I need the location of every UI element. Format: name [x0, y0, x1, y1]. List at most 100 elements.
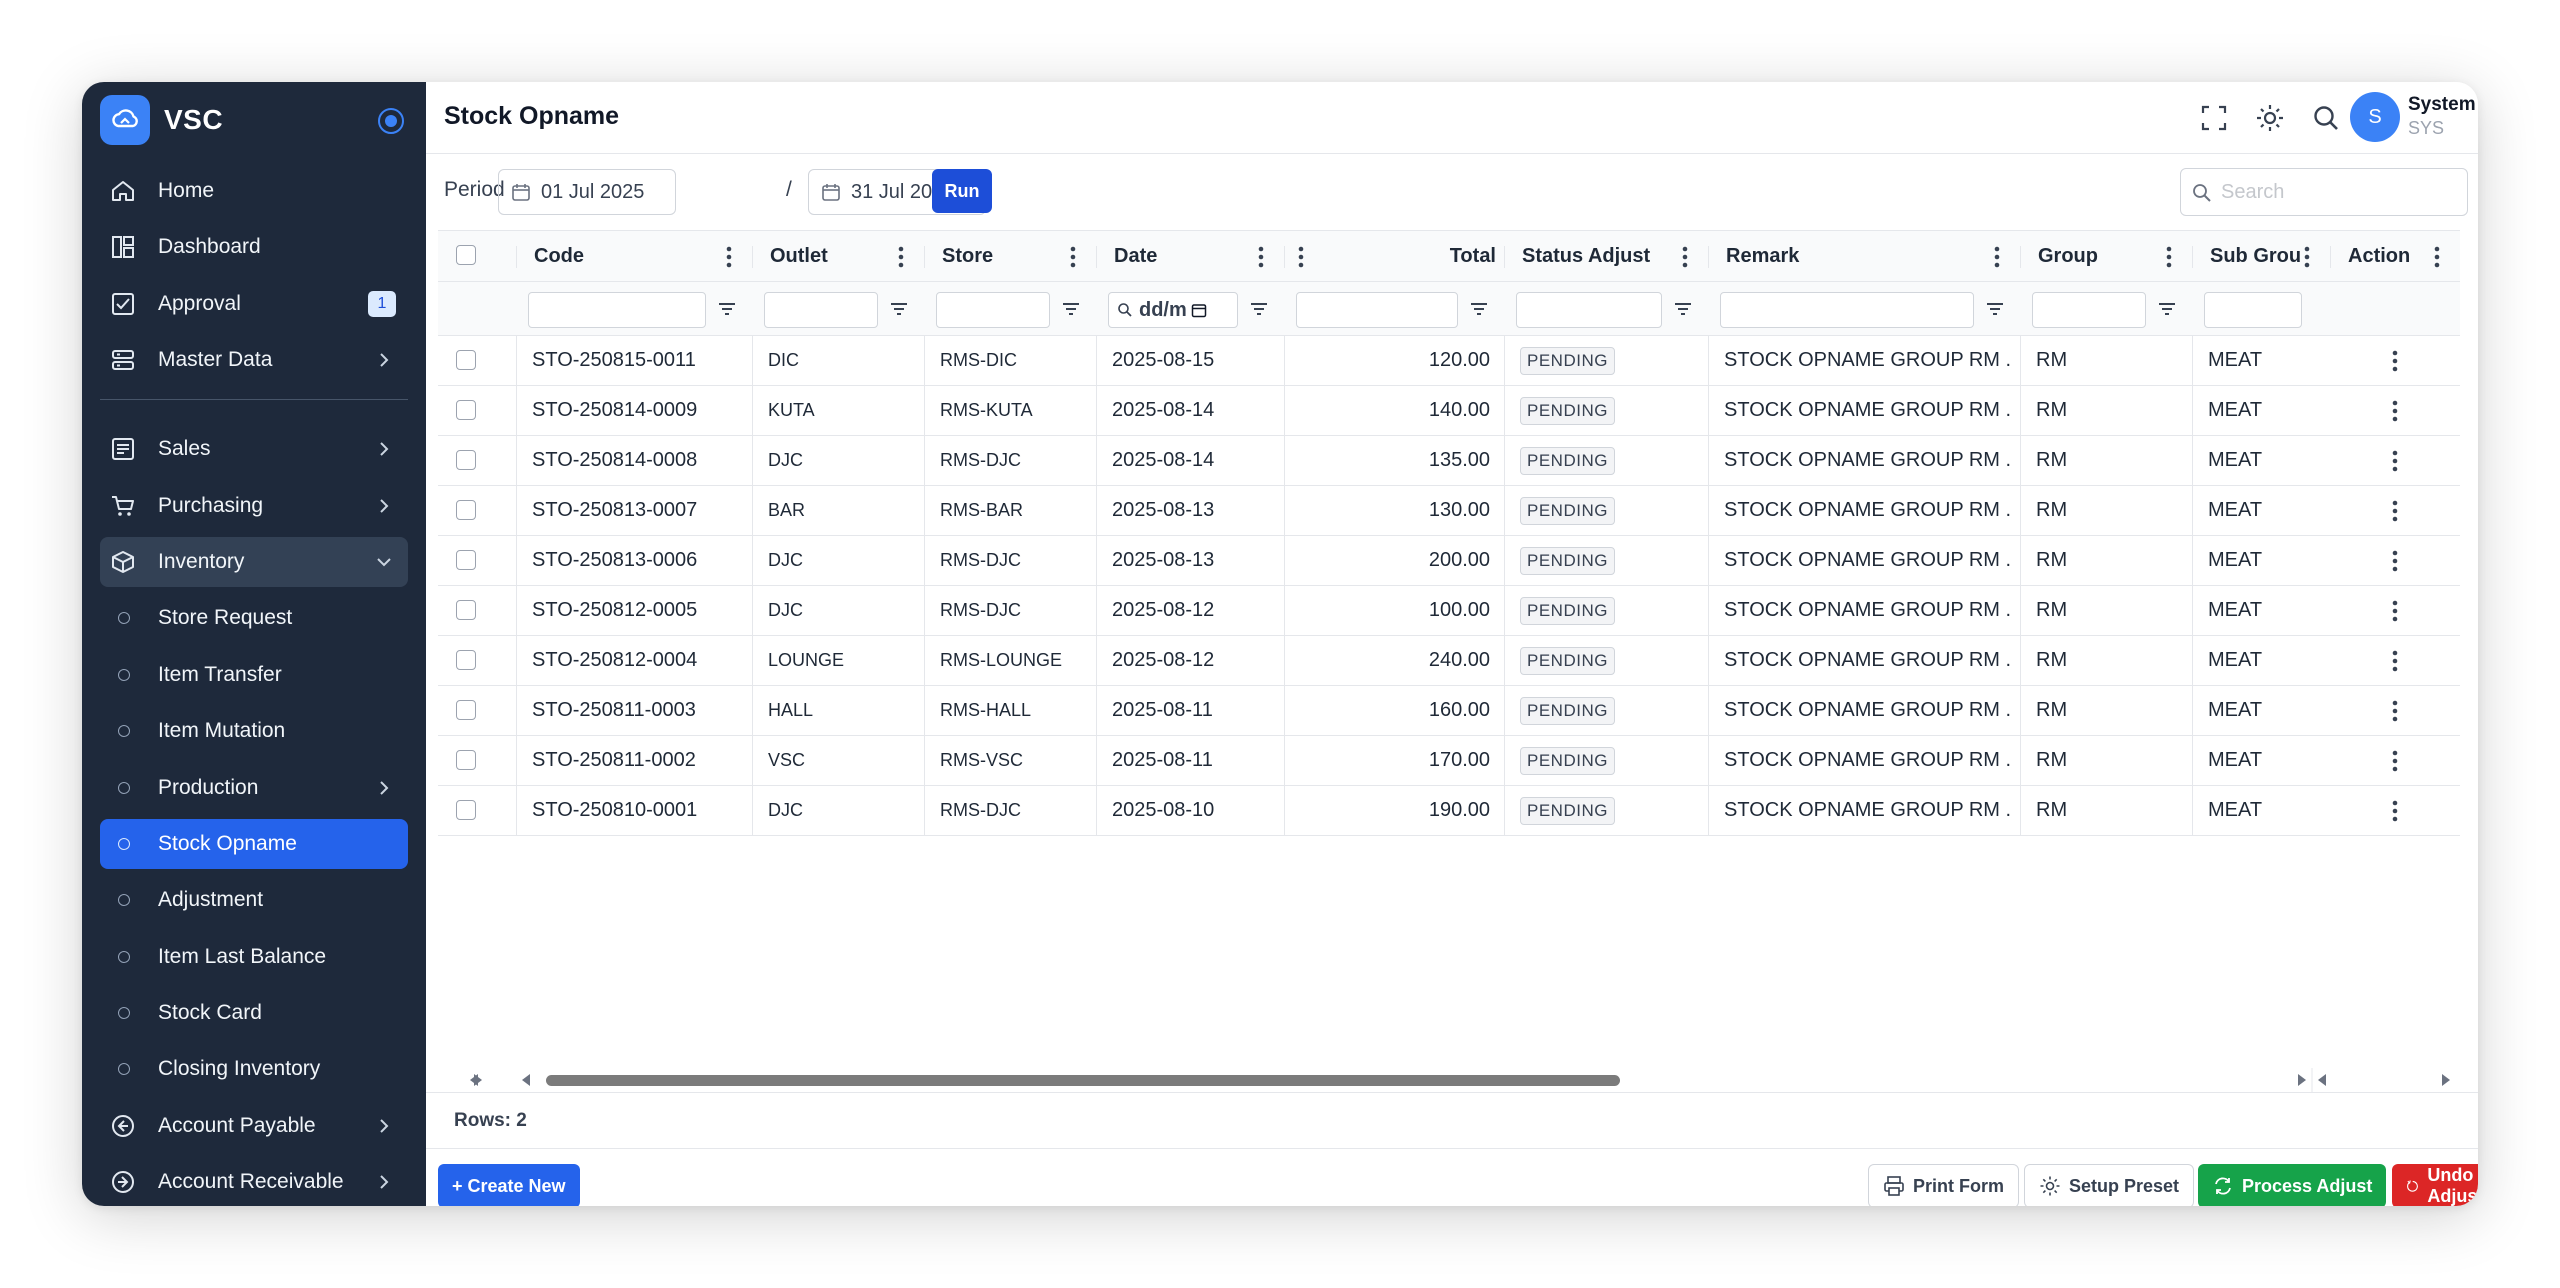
- sidebar-item-home[interactable]: Home: [100, 166, 408, 216]
- sidebar-item-master-data[interactable]: Master Data: [100, 335, 408, 385]
- column-filter-input[interactable]: [936, 292, 1050, 328]
- row-checkbox[interactable]: [456, 700, 476, 720]
- theme-sun-icon[interactable]: [2254, 102, 2286, 134]
- process-adjust-button[interactable]: Process Adjust: [2198, 1164, 2387, 1206]
- sidebar-item-store-request[interactable]: Store Request: [100, 593, 408, 643]
- print-form-button[interactable]: Print Form: [1868, 1164, 2020, 1206]
- filter-icon[interactable]: [1468, 298, 1490, 320]
- row-checkbox[interactable]: [456, 450, 476, 470]
- column-header-store[interactable]: Store: [942, 231, 1066, 281]
- search-icon[interactable]: [2310, 102, 2342, 134]
- row-action-menu-icon[interactable]: [2392, 450, 2398, 472]
- column-filter-input[interactable]: [764, 292, 878, 328]
- table-row[interactable]: STO-250810-0001 DJC RMS-DJC 2025-08-10 190.0…: [438, 786, 2460, 836]
- column-filter-input[interactable]: [2204, 292, 2302, 328]
- row-action-menu-icon[interactable]: [2392, 700, 2398, 722]
- row-checkbox[interactable]: [456, 550, 476, 570]
- kebab-menu-icon[interactable]: [1258, 246, 1264, 268]
- row-checkbox[interactable]: [456, 350, 476, 370]
- column-filter-input[interactable]: [1516, 292, 1662, 328]
- row-action-menu-icon[interactable]: [2392, 550, 2398, 572]
- kebab-menu-icon[interactable]: [2166, 246, 2172, 268]
- table-row[interactable]: STO-250812-0005 DJC RMS-DJC 2025-08-12 100.0…: [438, 586, 2460, 636]
- filter-icon[interactable]: [716, 298, 738, 320]
- column-header-total[interactable]: Total: [1284, 231, 1496, 281]
- sidebar-item-item-last-balance[interactable]: Item Last Balance: [100, 932, 408, 982]
- table-row[interactable]: STO-250814-0008 DJC RMS-DJC 2025-08-14 135.0…: [438, 436, 2460, 486]
- filter-icon[interactable]: [888, 298, 910, 320]
- run-button[interactable]: Run: [932, 169, 992, 213]
- table-row[interactable]: STO-250815-0011 DIC RMS-DIC 2025-08-15 120.0…: [438, 336, 2460, 386]
- create-new-button[interactable]: + Create New: [438, 1164, 580, 1206]
- column-filter-input[interactable]: [528, 292, 706, 328]
- sidebar-item-stock-card[interactable]: Stock Card: [100, 988, 408, 1038]
- column-header-outlet[interactable]: Outlet: [770, 231, 894, 281]
- column-filter-input[interactable]: [2032, 292, 2146, 328]
- horizontal-scrollbar[interactable]: [438, 1066, 2460, 1094]
- sidebar-item-purchasing[interactable]: Purchasing: [100, 481, 408, 531]
- sidebar-item-dashboard[interactable]: Dashboard: [100, 222, 408, 272]
- kebab-menu-icon[interactable]: [726, 246, 732, 268]
- table-row[interactable]: STO-250812-0004 LOUNGE RMS-LOUNGE 2025-08-1…: [438, 636, 2460, 686]
- date-from-field[interactable]: 01 Jul 2025: [498, 169, 676, 215]
- sidebar-item-closing-inventory[interactable]: Closing Inventory: [100, 1044, 408, 1094]
- column-header-action[interactable]: Action: [2348, 231, 2430, 281]
- row-action-menu-icon[interactable]: [2392, 650, 2398, 672]
- kebab-menu-icon[interactable]: [1994, 246, 2000, 268]
- calendar-icon[interactable]: [1191, 302, 1207, 318]
- sidebar-item-account-payable[interactable]: Account Payable: [100, 1101, 408, 1151]
- row-checkbox[interactable]: [456, 500, 476, 520]
- column-header-sub-group[interactable]: Sub Group: [2210, 231, 2300, 281]
- column-filter-input[interactable]: dd/m: [1108, 292, 1238, 328]
- kebab-menu-icon[interactable]: [1070, 246, 1076, 268]
- sidebar-toggle-icon[interactable]: [378, 108, 404, 134]
- column-filter-input[interactable]: [1720, 292, 1974, 328]
- table-row[interactable]: STO-250813-0006 DJC RMS-DJC 2025-08-13 200.0…: [438, 536, 2460, 586]
- sidebar-item-approval[interactable]: Approval 1: [100, 279, 408, 329]
- sidebar-item-item-transfer[interactable]: Item Transfer: [100, 650, 408, 700]
- row-checkbox[interactable]: [456, 650, 476, 670]
- undo-adjust-button[interactable]: Undo Adjust: [2392, 1164, 2478, 1206]
- sidebar-item-inventory[interactable]: Inventory: [100, 536, 408, 587]
- table-row[interactable]: STO-250813-0007 BAR RMS-BAR 2025-08-13 130.0…: [438, 486, 2460, 536]
- search-field[interactable]: [2180, 168, 2468, 216]
- kebab-menu-icon[interactable]: [1682, 246, 1688, 268]
- kebab-menu-icon[interactable]: [898, 246, 904, 268]
- filter-icon[interactable]: [1672, 298, 1694, 320]
- search-input[interactable]: [2221, 177, 2451, 207]
- column-header-code[interactable]: Code: [534, 231, 722, 281]
- table-row[interactable]: STO-250811-0003 HALL RMS-HALL 2025-08-11 160…: [438, 686, 2460, 736]
- row-action-menu-icon[interactable]: [2392, 600, 2398, 622]
- table-row[interactable]: STO-250814-0009 KUTA RMS-KUTA 2025-08-14 140…: [438, 386, 2460, 436]
- column-header-status-adjust[interactable]: Status Adjust: [1522, 231, 1678, 281]
- sidebar-item-stock-opname[interactable]: Stock Opname: [100, 818, 408, 869]
- row-action-menu-icon[interactable]: [2392, 350, 2398, 372]
- filter-icon[interactable]: [1060, 298, 1082, 320]
- row-action-menu-icon[interactable]: [2392, 400, 2398, 422]
- filter-icon[interactable]: [1984, 298, 2006, 320]
- kebab-menu-icon[interactable]: [2434, 246, 2440, 268]
- row-action-menu-icon[interactable]: [2392, 800, 2398, 822]
- setup-preset-button[interactable]: Setup Preset: [2024, 1164, 2195, 1206]
- row-checkbox[interactable]: [456, 400, 476, 420]
- row-checkbox[interactable]: [456, 800, 476, 820]
- filter-icon[interactable]: [2156, 298, 2178, 320]
- brand[interactable]: VSC: [100, 94, 223, 146]
- sidebar-item-production[interactable]: Production: [100, 763, 408, 813]
- column-header-group[interactable]: Group: [2038, 231, 2162, 281]
- sidebar-item-account-receivable[interactable]: Account Receivable: [100, 1157, 408, 1206]
- row-action-menu-icon[interactable]: [2392, 750, 2398, 772]
- table-row[interactable]: STO-250811-0002 VSC RMS-VSC 2025-08-11 170.0…: [438, 736, 2460, 786]
- column-filter-input[interactable]: [1296, 292, 1458, 328]
- column-header-date[interactable]: Date: [1114, 231, 1254, 281]
- sidebar-item-adjustment[interactable]: Adjustment: [100, 875, 408, 925]
- sidebar-item-item-mutation[interactable]: Item Mutation: [100, 706, 408, 756]
- select-all-checkbox[interactable]: [456, 245, 476, 265]
- sidebar-item-sales[interactable]: Sales: [100, 424, 408, 474]
- filter-icon[interactable]: [1248, 298, 1270, 320]
- avatar[interactable]: S: [2350, 92, 2400, 142]
- column-header-remark[interactable]: Remark: [1726, 231, 1990, 281]
- row-checkbox[interactable]: [456, 750, 476, 770]
- kebab-menu-icon[interactable]: [1298, 246, 1304, 268]
- fullscreen-icon[interactable]: [2198, 102, 2230, 134]
